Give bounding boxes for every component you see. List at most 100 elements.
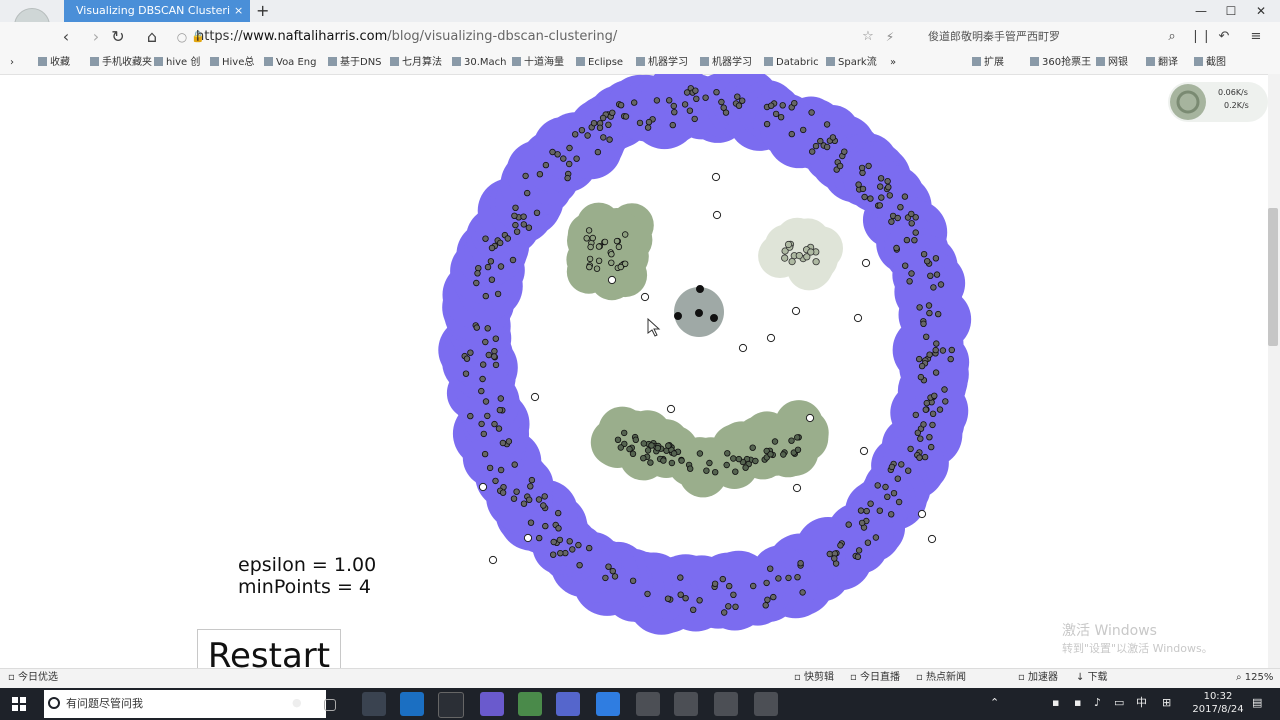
reload-icon[interactable]: ↻ bbox=[108, 27, 128, 47]
data-point bbox=[763, 120, 771, 128]
back-icon[interactable]: ‹ bbox=[56, 27, 76, 47]
new-tab-button[interactable]: + bbox=[256, 0, 274, 22]
data-point bbox=[877, 183, 884, 190]
bookmark-item[interactable]: 机器学习 bbox=[636, 55, 688, 71]
app-icon[interactable] bbox=[674, 692, 698, 716]
bookmark-item[interactable]: 七月算法 bbox=[390, 55, 442, 71]
extension-item[interactable]: 360抢票王 bbox=[1030, 55, 1091, 71]
tray-app-icon[interactable]: ▪ bbox=[1052, 695, 1059, 711]
bookmark-item[interactable]: Spark流 bbox=[826, 55, 877, 71]
bookmark-item[interactable]: 十道海量 bbox=[512, 55, 564, 71]
data-point bbox=[556, 536, 564, 544]
store-icon[interactable] bbox=[438, 692, 464, 718]
data-point bbox=[788, 437, 795, 444]
bookmark-item[interactable]: Eclipse bbox=[576, 55, 623, 71]
status-news[interactable]: ▫ 热点新闻 bbox=[916, 671, 966, 685]
input-method-icon[interactable]: ⊞ bbox=[1162, 695, 1171, 711]
page-icon bbox=[700, 57, 709, 66]
search-box[interactable]: 俊道郎敬明秦手管严西町罗 bbox=[928, 29, 1128, 45]
status-today-picks[interactable]: ▫ 今日优选 bbox=[8, 671, 58, 685]
edge-browser-icon[interactable] bbox=[400, 692, 424, 716]
task-view-icon[interactable] bbox=[324, 699, 336, 711]
data-point bbox=[926, 434, 933, 441]
page-scrollbar[interactable] bbox=[1268, 74, 1280, 670]
undo-icon[interactable]: ↶ bbox=[1214, 27, 1234, 47]
status-zoom[interactable]: ⌕ 125% bbox=[1236, 671, 1273, 685]
bookmark-item[interactable]: Databric bbox=[764, 55, 819, 71]
favorite-icon[interactable]: ☆ bbox=[858, 27, 878, 47]
extension-item[interactable]: 扩展 bbox=[972, 55, 1004, 71]
bookmark-item[interactable]: Voa Eng bbox=[264, 55, 317, 71]
data-point bbox=[524, 189, 531, 197]
qq-icon[interactable] bbox=[480, 692, 504, 716]
bookmark-item[interactable]: 收藏 bbox=[38, 55, 70, 71]
windows-start-icon[interactable] bbox=[12, 697, 26, 711]
status-live[interactable]: ▫ 今日直播 bbox=[850, 671, 900, 685]
dbscan-canvas[interactable] bbox=[0, 74, 1268, 668]
minimize-button[interactable]: — bbox=[1186, 0, 1216, 22]
bookmark-item[interactable]: hive 创 bbox=[154, 55, 200, 71]
speed-mode-icon[interactable]: ⚡ bbox=[880, 27, 900, 47]
home-icon[interactable]: ⌂ bbox=[142, 27, 162, 47]
data-point bbox=[942, 398, 949, 405]
data-point bbox=[482, 235, 489, 242]
bookmarks-toggle-icon[interactable]: › bbox=[10, 55, 14, 71]
network-speed-widget[interactable]: 0.06K/s 0.2K/s bbox=[1168, 82, 1268, 122]
app-icon[interactable] bbox=[754, 692, 778, 716]
app-icon[interactable] bbox=[636, 692, 660, 716]
reading-mode-icon[interactable]: ❘❘ bbox=[1190, 27, 1212, 47]
menu-icon[interactable]: ≡ bbox=[1246, 27, 1266, 47]
extension-item[interactable]: 截图 bbox=[1194, 55, 1226, 71]
bookmark-item[interactable]: 30.Mach bbox=[452, 55, 507, 71]
notifications-icon[interactable]: ▤ bbox=[1252, 695, 1262, 711]
scrollbar-thumb[interactable] bbox=[1268, 208, 1278, 346]
clip-icon: ▫ bbox=[794, 672, 804, 683]
tray-app-icon[interactable]: ▪ bbox=[1074, 695, 1081, 711]
data-point bbox=[780, 451, 787, 458]
file-explorer-icon[interactable] bbox=[362, 692, 386, 716]
search-icon[interactable]: ⌕ bbox=[1162, 27, 1182, 47]
data-point bbox=[911, 236, 918, 244]
data-point bbox=[918, 362, 926, 370]
address-bar[interactable]: https://www.naftaliharris.com/blog/visua… bbox=[196, 29, 876, 45]
clock-time: 10:32 bbox=[1203, 691, 1233, 702]
noise-point bbox=[738, 343, 748, 353]
status-download[interactable]: ↓ 下载 bbox=[1076, 671, 1108, 685]
status-accelerator[interactable]: ▫ 加速器 bbox=[1018, 671, 1058, 685]
browser-360-icon[interactable] bbox=[596, 692, 620, 716]
data-point bbox=[513, 228, 521, 235]
data-point bbox=[622, 231, 629, 238]
network-icon[interactable]: ▭ bbox=[1114, 695, 1124, 711]
app-icon[interactable] bbox=[518, 692, 542, 716]
data-point bbox=[905, 467, 912, 474]
tray-expand-icon[interactable]: ⌃ bbox=[990, 695, 999, 711]
folder-icon bbox=[90, 57, 99, 66]
microphone-icon[interactable]: ● bbox=[292, 695, 302, 711]
bookmark-item[interactable]: Hive总 bbox=[210, 55, 254, 71]
data-point bbox=[948, 346, 955, 354]
extension-item[interactable]: 翻译 bbox=[1146, 55, 1178, 71]
bookmark-item[interactable]: 手机收藏夹 bbox=[90, 55, 152, 71]
close-window-button[interactable]: ✕ bbox=[1246, 0, 1276, 22]
extension-item[interactable]: 网银 bbox=[1096, 55, 1128, 71]
data-point bbox=[527, 483, 534, 490]
maximize-button[interactable]: ☐ bbox=[1216, 0, 1246, 22]
ime-indicator[interactable]: 中 bbox=[1136, 695, 1147, 711]
restart-button[interactable]: Restart bbox=[197, 629, 341, 673]
data-point bbox=[541, 493, 548, 500]
data-point bbox=[925, 302, 933, 309]
app-icon[interactable] bbox=[556, 692, 580, 716]
more-bookmarks-icon[interactable]: » bbox=[890, 55, 896, 71]
status-quick-clip[interactable]: ▫ 快剪辑 bbox=[794, 671, 834, 685]
forward-icon[interactable]: › bbox=[86, 27, 106, 47]
data-point bbox=[522, 172, 529, 180]
tab-close-icon[interactable]: × bbox=[234, 0, 248, 22]
app-icon[interactable] bbox=[714, 692, 738, 716]
data-point bbox=[613, 237, 621, 245]
data-point bbox=[931, 392, 938, 399]
tab-dbscan[interactable]: Visualizing DBSCAN Clusteri bbox=[64, 0, 250, 22]
bookmark-item[interactable]: 基于DNS bbox=[328, 55, 382, 71]
volume-icon[interactable]: ♪ bbox=[1094, 695, 1101, 711]
system-clock[interactable]: 10:32 2017/8/24 bbox=[1192, 690, 1244, 716]
bookmark-item[interactable]: 机器学习 bbox=[700, 55, 752, 71]
